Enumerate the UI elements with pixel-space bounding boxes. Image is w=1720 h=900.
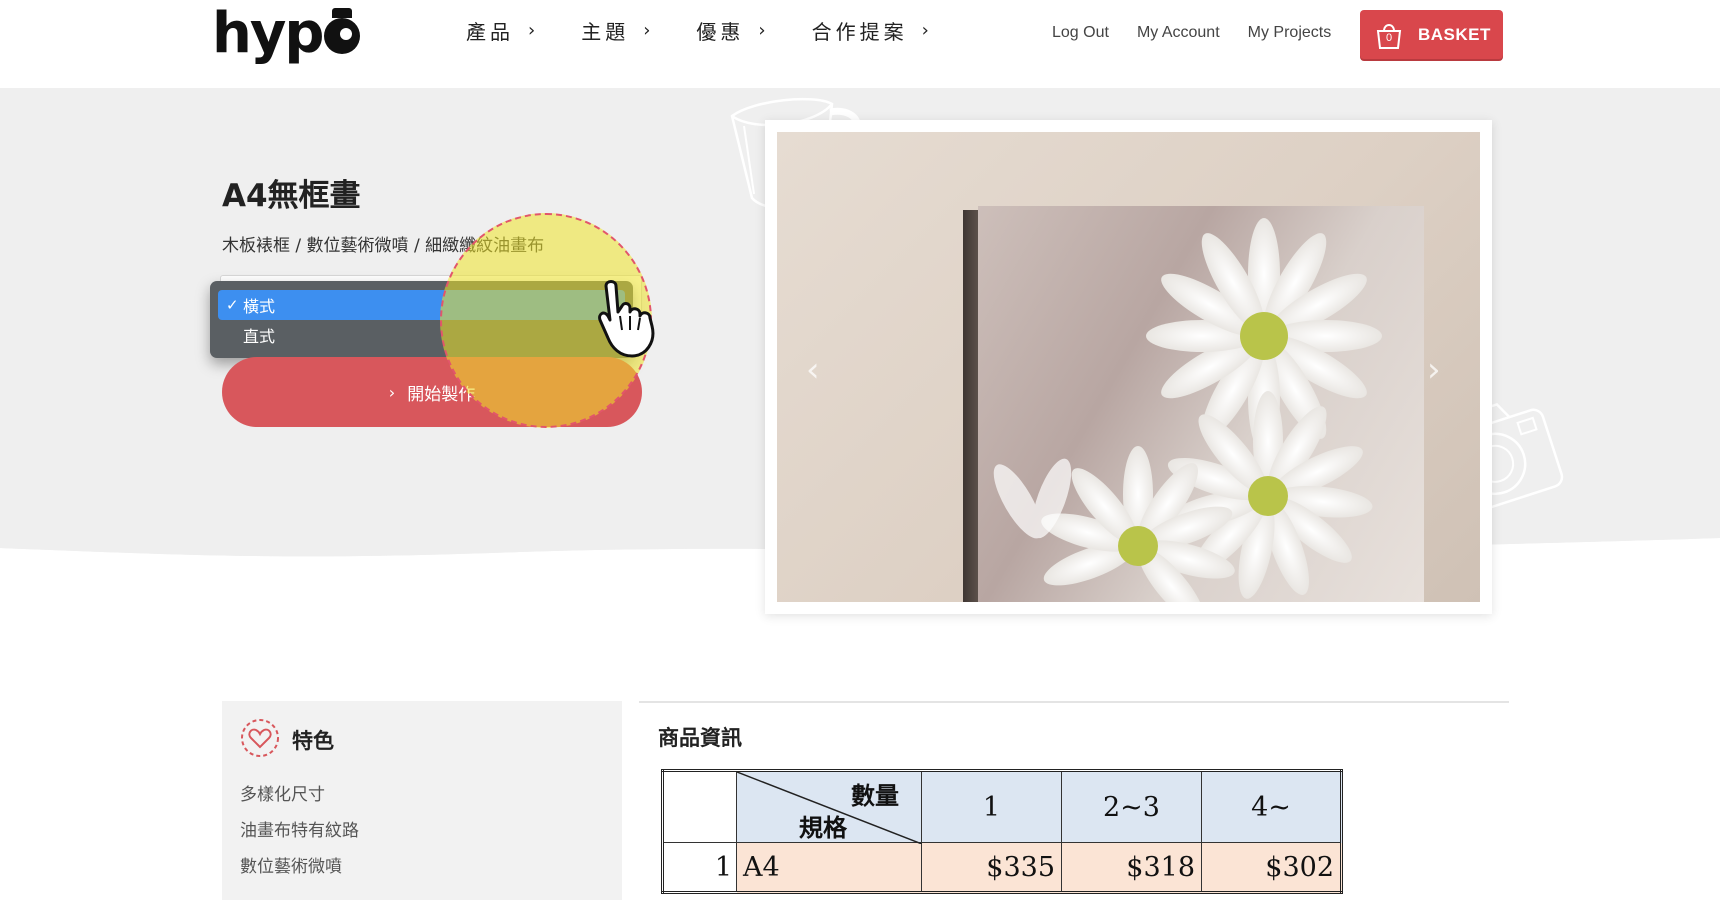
table-diagonal-header: 數量 規格 — [736, 770, 922, 844]
my-account-link[interactable]: My Account — [1137, 24, 1220, 42]
shopping-bag-icon: 0 — [1374, 20, 1404, 50]
price-table: 數量 規格 1 2~3 4~ 1 A4 $335 $318 $302 — [661, 769, 1343, 894]
checkmark-icon: ✓ — [226, 296, 239, 314]
quantity-column-header: 1 — [921, 770, 1062, 843]
price-cell: $318 — [1061, 842, 1202, 893]
table-row: 1 A4 $335 $318 $302 — [662, 842, 1342, 893]
chevron-right-icon: › — [758, 20, 766, 41]
logout-link[interactable]: Log Out — [1052, 24, 1109, 42]
chevron-right-icon: › — [388, 382, 396, 402]
chevron-right-icon: › — [528, 20, 536, 41]
chevron-right-icon: › — [643, 20, 651, 41]
nav-item-products[interactable]: 產品 › — [466, 16, 535, 45]
carousel-prev-icon[interactable]: ‹ — [806, 350, 820, 390]
option-label: 橫式 — [243, 297, 276, 316]
nav-item-offers[interactable]: 優惠 › — [696, 16, 765, 45]
quantity-header: 數量 — [851, 782, 899, 810]
row-number: 1 — [662, 842, 737, 893]
divider — [639, 701, 1509, 703]
spec-header: 規格 — [799, 814, 847, 842]
nav-label: 主題 — [581, 20, 630, 44]
carousel-next-icon[interactable]: › — [1427, 350, 1441, 390]
price-cell: $302 — [1201, 842, 1342, 893]
logo-eye-icon — [324, 8, 361, 54]
account-links: Log Out My Account My Projects — [1052, 24, 1331, 42]
basket-button[interactable]: 0 BASKET — [1360, 10, 1503, 59]
basket-count: 0 — [1385, 31, 1393, 44]
main-nav: 產品 › 主題 › 優惠 › 合作提案 › — [466, 16, 929, 45]
feature-item: 多樣化尺寸 — [240, 785, 325, 805]
features-list: 多樣化尺寸 油畫布特有紋路 數位藝術微噴 — [240, 781, 359, 889]
quantity-column-header: 2~3 — [1061, 770, 1202, 843]
site-header: hyp 產品 › 主題 › 優惠 › 合作提案 › Log Out My Account… — [0, 0, 1720, 88]
product-title: A4無框畫 — [222, 178, 361, 214]
table-corner-blank — [662, 770, 737, 843]
daisy-artwork — [993, 218, 1382, 602]
quantity-column-header: 4~ — [1201, 770, 1342, 843]
spec-cell: A4 — [736, 842, 922, 893]
feature-item: 數位藝術微噴 — [240, 857, 342, 877]
my-projects-link[interactable]: My Projects — [1248, 24, 1332, 42]
table-header-row: 數量 規格 1 2~3 4~ — [662, 770, 1342, 844]
features-title: 特色 — [292, 729, 334, 753]
nav-label: 優惠 — [696, 20, 745, 44]
product-photo-frame — [765, 120, 1492, 614]
hand-pointer-icon — [598, 280, 655, 358]
product-info-title: 商品資訊 — [658, 726, 742, 750]
nav-item-themes[interactable]: 主題 › — [581, 16, 650, 45]
price-cell: $335 — [921, 842, 1062, 893]
basket-label: BASKET — [1418, 24, 1491, 44]
nav-label: 合作提案 — [811, 20, 908, 44]
option-label: 直式 — [243, 327, 276, 346]
feature-item: 油畫布特有紋路 — [240, 821, 359, 841]
heart-icon — [241, 719, 279, 757]
canvas-print — [978, 206, 1424, 602]
nav-label: 產品 — [466, 20, 514, 44]
product-photo — [777, 132, 1480, 602]
logo[interactable]: hyp — [212, 4, 361, 64]
nav-item-partnership[interactable]: 合作提案 › — [812, 16, 929, 45]
features-panel: 特色 多樣化尺寸 油畫布特有紋路 數位藝術微噴 — [222, 701, 622, 900]
chevron-right-icon: › — [921, 20, 929, 41]
